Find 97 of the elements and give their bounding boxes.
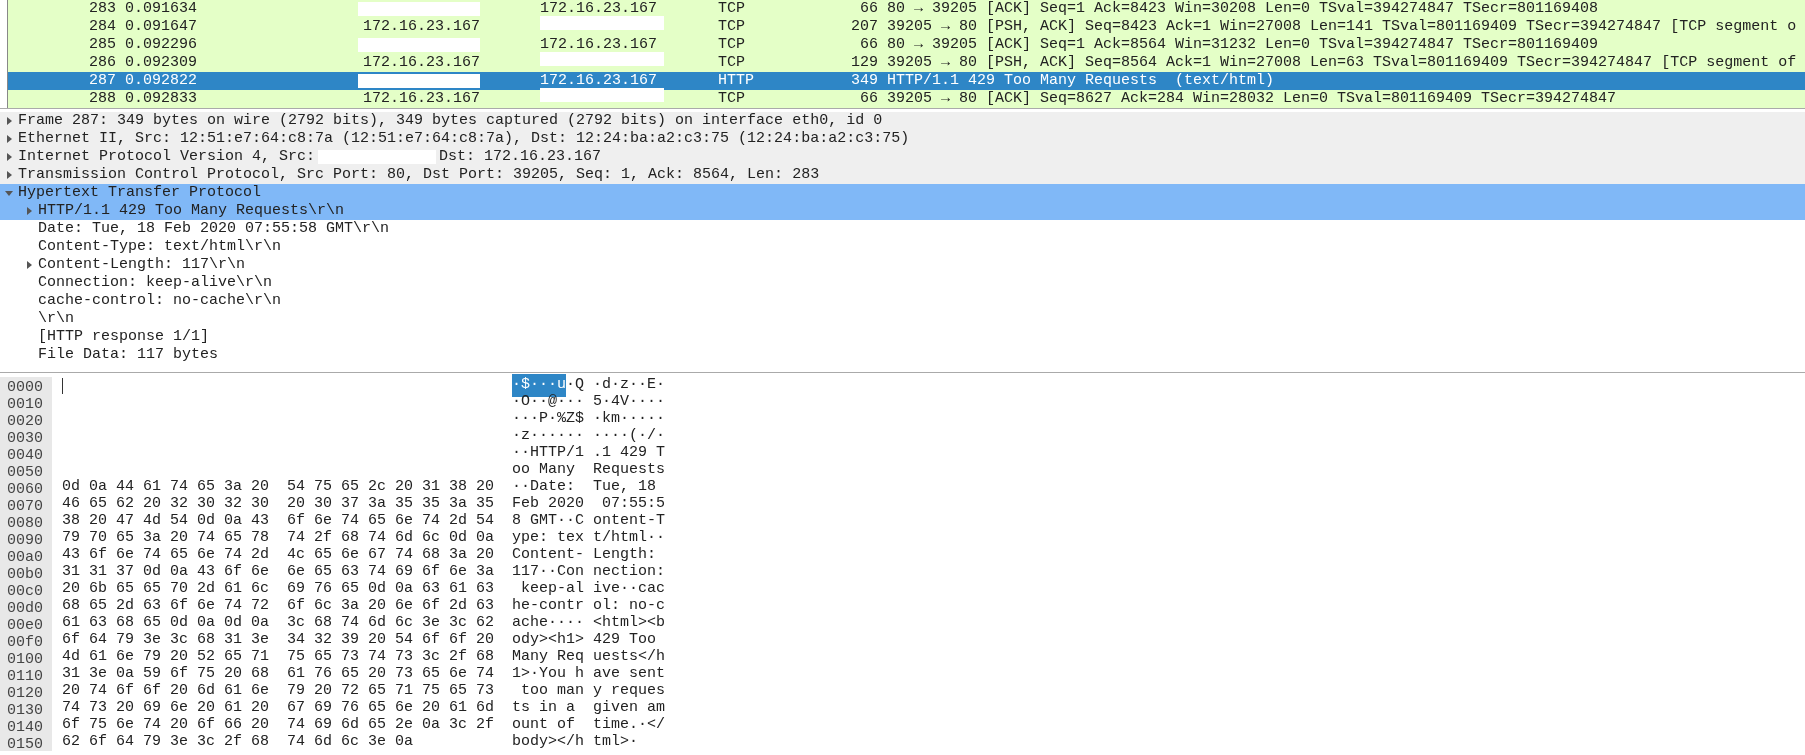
- ascii-text: ··Date:: [512, 477, 576, 496]
- hex-bytes: 4d 61 6e 79 20 52 65 71 75 65 73 74 73 3c 2f 68: [62, 647, 495, 666]
- hex-bytes: 61 63 68 65 0d 0a 0d 0a 3c 68 74 6d 6c 3e 3c 62: [62, 613, 495, 632]
- ascii-text: oo Many: [512, 460, 576, 480]
- packet-row[interactable]: 288 0.092833 172.16.23.167 TCP 66 39205 → 80 [ACK] Seq=8627 Ack=284 Win=28032 Len=0 TSval=801169409 TSecr=394274847: [8, 90, 1805, 108]
- ascii-text: 8 GMT··C: [512, 511, 584, 531]
- offset-label: 0080: [0, 513, 52, 530]
- offset-label: 00e0: [0, 615, 52, 632]
- hex-bytes: 62 6f 64 79 3e 3c 2f 68 74 6d 6c 3e 0a: [62, 732, 414, 753]
- ascii-text: Requests: [593, 460, 666, 480]
- packet-row[interactable]: 284 0.091647 172.16.23.167 TCP 207 39205 → 80 [PSH, ACK] Seq=8423 Ack=1 Win=27008 Len=141 TSval=801169409 TSecr=394274847 [TCP segment o: [8, 18, 1805, 36]
- ascii-text: ache····: [512, 613, 584, 632]
- hex-bytes: 31 3e 0a 59 6f 75 20 68 61 76 65 20 73 65 6e 74: [62, 664, 495, 683]
- detail-row[interactable]: Internet Protocol Version 4, Src: Dst: 172.16.23.167: [0, 148, 1805, 166]
- offset-label: 0020: [0, 411, 52, 428]
- hex-bytes: 6f 75 6e 74 20 6f 66 20 74 69 6d 65 2e 0a 3c 2f: [62, 715, 495, 734]
- offset-label: 0060: [0, 479, 52, 496]
- offset-label: 0050: [0, 462, 52, 479]
- ascii-text: 429 Too: [593, 630, 658, 649]
- ascii-text: ol: no-c: [593, 596, 666, 615]
- offset-label: 00a0: [0, 547, 52, 564]
- ascii-text: ype: tex: [512, 528, 584, 548]
- offset-label: 0000: [0, 377, 52, 394]
- offset-label: 00d0: [0, 598, 52, 615]
- offset-label: 0130: [0, 700, 52, 717]
- collapse-arrow-icon[interactable]: [5, 189, 13, 197]
- offset-label: 00f0: [0, 632, 52, 649]
- expand-arrow-icon[interactable]: [5, 135, 13, 143]
- offset-label: 0040: [0, 445, 52, 462]
- ascii-text: ····(·/·: [593, 426, 666, 446]
- offset-label: 0030: [0, 428, 52, 445]
- expand-arrow-icon[interactable]: [5, 153, 13, 161]
- detail-row[interactable]: Frame 287: 349 bytes on wire (2792 bits), 349 bytes captured (2792 bits) on interface eth0, id 0: [0, 112, 1805, 130]
- hex-bytes: 74 73 20 69 6e 20 61 20 67 69 76 65 6e 20 61 6d: [62, 698, 495, 717]
- ascii-text: nection:: [593, 562, 666, 581]
- ascii-text: 117··Con: [512, 562, 584, 581]
- packet-row[interactable]: 286 0.092309 172.16.23.167 TCP 129 39205 → 80 [PSH, ACK] Seq=8564 Ack=1 Win=27008 Len=63 TSval=801169409 TSecr=394274847 [TCP segment of: [8, 54, 1805, 72]
- packet-row[interactable]: 287 0.092822 172.16.23.167 HTTP 349 HTTP/1.1 429 Too Many Requests (text/html): [8, 72, 1805, 90]
- ascii-text: tml>·: [593, 732, 639, 753]
- hex-bytes: 31 31 37 0d 0a 43 6f 6e 6e 65 63 74 69 6f 6e 3a: [62, 562, 495, 581]
- offset-label: 0140: [0, 717, 52, 734]
- expand-arrow-icon[interactable]: [25, 207, 33, 215]
- ascii-text: he-contr: [512, 596, 584, 615]
- offset-label: 00c0: [0, 581, 52, 598]
- ascii-text: Length:: [593, 545, 658, 564]
- ascii-text: 1>·You h: [512, 664, 584, 684]
- ascii-text: too man: [520, 681, 584, 700]
- ascii-text: 07:55:5: [601, 494, 666, 514]
- ascii-text: ive··cac: [593, 579, 666, 598]
- offset-label: 0090: [0, 530, 52, 547]
- ascii-text: given am: [593, 698, 666, 717]
- ascii-text: t/html··: [593, 528, 666, 547]
- expand-arrow-icon[interactable]: [5, 171, 13, 179]
- offset-label: 0100: [0, 649, 52, 666]
- expand-arrow-icon[interactable]: [5, 117, 13, 125]
- hex-bytes: 46 65 62 20 32 30 32 30 20 30 37 3a 35 35 3a 35: [62, 494, 495, 513]
- expand-arrow-icon[interactable]: [25, 261, 33, 269]
- offset-label: 0150: [0, 734, 52, 751]
- hex-bytes: 0d 0a 44 61 74 65 3a 20 54 75 65 2c 20 31 38 20: [62, 477, 495, 497]
- text-cursor: [62, 377, 63, 394]
- ascii-text: ts in a: [512, 698, 576, 717]
- ascii-text: uests</h: [593, 647, 666, 667]
- ascii-text: ontent-T: [593, 511, 666, 530]
- hex-bytes: 79 70 65 3a 20 74 65 78 74 2f 68 74 6d 6c 0d 0a: [62, 528, 495, 547]
- detail-row[interactable]: Hypertext Transfer Protocol: [0, 184, 1805, 202]
- hex-bytes: 68 65 2d 63 6f 6e 74 72 6f 6c 3a 20 6e 6f 2d 63: [62, 596, 495, 615]
- ascii-text: ·km·····: [593, 409, 666, 428]
- ascii-text: ody><h1>: [512, 630, 584, 650]
- ascii-text: <html><b: [593, 613, 666, 633]
- packet-row[interactable]: 283 0.091634 172.16.23.167 TCP 66 80 → 39205 [ACK] Seq=1 Ack=8423 Win=30208 Len=0 TSval=394274847 TSecr=801169408: [8, 0, 1805, 18]
- ascii-text: body></h: [512, 732, 584, 753]
- ascii-text: ··HTTP/1: [512, 443, 584, 463]
- ascii-text: Feb 2020: [512, 494, 584, 514]
- offset-label: 0110: [0, 666, 52, 683]
- ascii-text: keep-al: [520, 579, 584, 598]
- ascii-text: Many Req: [512, 647, 584, 666]
- offset-label: 0010: [0, 394, 52, 411]
- hex-bytes: 6f 64 79 3e 3c 68 31 3e 34 32 39 20 54 6f 6f 20: [62, 630, 495, 649]
- ascii-text: ·Q: [566, 375, 585, 394]
- detail-row[interactable]: Ethernet II, Src: 12:51:e7:64:c8:7a (12:51:e7:64:c8:7a), Dst: 12:24:ba:a2:c3:75 (12:24:ba:a2:c3:75): [0, 130, 1805, 148]
- detail-row[interactable]: HTTP/1.1 429 Too Many Requests\r\n: [0, 202, 1805, 220]
- hex-bytes: 43 6f 6e 74 65 6e 74 2d 4c 65 6e 67 74 68 3a 20: [62, 545, 495, 564]
- ascii-text: .1 429 T: [593, 443, 666, 463]
- offset-label: 00b0: [0, 564, 52, 581]
- hex-bytes: 20 6b 65 65 70 2d 61 6c 69 76 65 0d 0a 63 61 63: [62, 579, 495, 598]
- ascii-text: Tue, 18: [593, 477, 658, 497]
- offset-label: 0120: [0, 683, 52, 700]
- hex-bytes: 20 74 6f 6f 20 6d 61 6e 79 20 72 65 71 75 65 73: [62, 681, 495, 700]
- offset-label: 0070: [0, 496, 52, 513]
- ascii-text: time.·</: [593, 715, 666, 734]
- packet-row[interactable]: 285 0.092296 172.16.23.167 TCP 66 80 → 39205 [ACK] Seq=1 Ack=8564 Win=31232 Len=0 TSval=394274847 TSecr=801169409: [8, 36, 1805, 54]
- ascii-text: ·d·z··E·: [593, 375, 666, 395]
- hex-bytes: 38 20 47 4d 54 0d 0a 43 6f 6e 74 65 6e 74 2d 54: [62, 511, 495, 530]
- ascii-text: ount of: [512, 715, 576, 734]
- ascii-text: 5·4V····: [593, 392, 666, 411]
- ascii-text: Content-: [512, 545, 584, 565]
- detail-row[interactable]: Transmission Control Protocol, Src Port: 80, Dst Port: 39205, Seq: 1, Ack: 8564, Len: 283: [0, 166, 1805, 184]
